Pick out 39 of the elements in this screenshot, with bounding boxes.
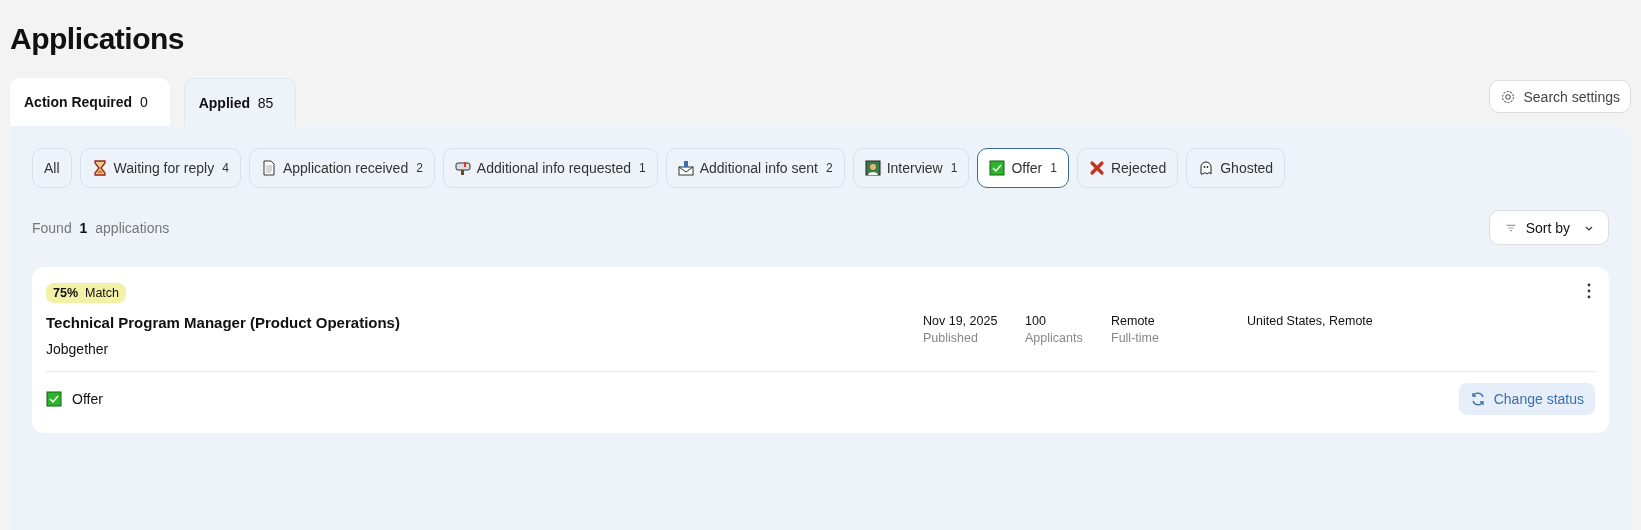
- detail-label: Applicants: [1025, 331, 1084, 345]
- detail-value: 100: [1025, 314, 1047, 328]
- match-badge: 75% Match: [46, 282, 127, 303]
- detail-value: Nov 19, 2025: [923, 314, 999, 328]
- status-label: Offer: [72, 391, 103, 407]
- cross-icon: [1088, 160, 1105, 176]
- mailbox-icon: [454, 160, 471, 176]
- filter-chip[interactable]: Additional info requested 1: [442, 148, 658, 188]
- checkbox-icon: [989, 160, 1006, 176]
- sort-button[interactable]: Sort by: [1488, 210, 1609, 245]
- more-options-icon: [1587, 283, 1591, 299]
- detail-value: Remote: [1111, 314, 1156, 328]
- change-status-button[interactable]: Change status: [1458, 383, 1595, 415]
- filter-chip[interactable]: Waiting for reply 4: [79, 148, 241, 188]
- detail-label: Full-time: [1111, 331, 1160, 345]
- filter-chip[interactable]: Interview 1: [852, 148, 970, 188]
- filter-chip[interactable]: Ghosted: [1186, 148, 1286, 188]
- tab[interactable]: Applied 85: [183, 78, 297, 126]
- filter-chip[interactable]: Application received 2: [248, 148, 435, 188]
- hourglass-icon: [91, 160, 108, 176]
- person-icon: [864, 160, 881, 176]
- page-title: Applications: [10, 21, 185, 57]
- envelope-icon: [677, 160, 694, 176]
- search-settings-button[interactable]: Search settings: [1488, 80, 1631, 113]
- filter-chip[interactable]: Rejected: [1076, 148, 1179, 188]
- detail-value: United States, Remote: [1247, 314, 1373, 328]
- company-name: Jobgether: [46, 341, 110, 357]
- tab[interactable]: Action Required 0: [10, 78, 170, 126]
- detail-label: Published: [923, 331, 979, 345]
- settings-icon: [1499, 88, 1516, 105]
- document-icon: [260, 160, 277, 176]
- results-count: Found 1 applications: [32, 219, 170, 236]
- checkbox-icon: [46, 391, 62, 407]
- filter-chip[interactable]: Additional info sent 2: [665, 148, 845, 188]
- job-title[interactable]: Technical Program Manager (Product Operations): [46, 314, 923, 331]
- filter-chip[interactable]: Offer 1: [977, 148, 1069, 188]
- ghost-icon: [1198, 160, 1215, 176]
- filter-chip[interactable]: All: [32, 148, 72, 188]
- refresh-icon: [1469, 391, 1486, 407]
